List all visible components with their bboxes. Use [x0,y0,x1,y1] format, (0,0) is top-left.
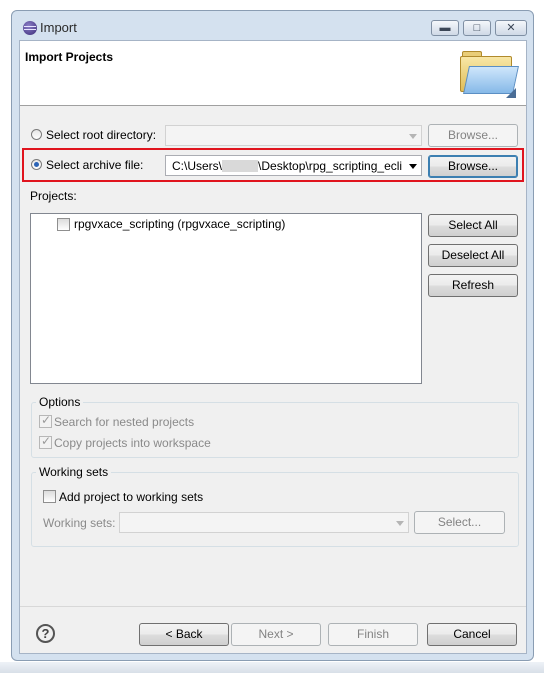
archive-file-combo[interactable]: C:\Users\ \Desktop\rpg_scripting_eclip [165,155,422,176]
working-sets-select-button[interactable]: Select... [414,511,505,534]
root-browse-button[interactable]: Browse... [428,124,518,147]
close-button[interactable]: ✕ [495,20,527,36]
nested-projects-checkbox[interactable]: ✓ [39,413,52,428]
minimize-icon: ▬ [439,22,451,34]
deselect-all-button[interactable]: Deselect All [428,244,518,267]
select-all-button[interactable]: Select All [428,214,518,237]
list-item[interactable]: rpgvxace_scripting (rpgvxace_scripting) [74,217,285,231]
next-button[interactable]: Next > [231,623,321,646]
maximize-button[interactable]: □ [463,20,491,36]
close-icon: ✕ [506,22,516,34]
add-to-working-sets-checkbox[interactable] [43,490,56,503]
back-button[interactable]: < Back [139,623,229,646]
options-title: Options [36,395,84,409]
copy-projects-checkbox[interactable]: ✓ [39,434,52,449]
archive-browse-button[interactable]: Browse... [428,155,518,178]
window-title: Import [40,20,77,35]
add-to-working-sets-label: Add project to working sets [59,490,204,504]
copy-projects-label: Copy projects into workspace [54,436,211,450]
working-sets-title: Working sets [36,465,112,479]
working-sets-combo[interactable] [119,512,409,533]
chevron-down-icon [409,134,417,139]
eclipse-app-icon [23,21,37,35]
cancel-button[interactable]: Cancel [427,623,517,646]
finish-button[interactable]: Finish [328,623,418,646]
minimize-button[interactable]: ▬ [431,20,459,36]
nested-projects-label: Search for nested projects [54,415,195,429]
folder-corner-shape [506,88,516,98]
working-sets-group [31,472,519,547]
root-directory-radio[interactable] [31,129,42,140]
background-strip [0,662,544,673]
projects-label: Projects: [30,189,77,203]
page-title: Import Projects [25,50,114,64]
redacted-username [222,160,259,172]
check-icon: ✓ [41,434,52,448]
projects-list[interactable] [30,213,422,384]
archive-path-tail: \Desktop\rpg_scripting_eclip [258,159,402,173]
chevron-down-icon [409,164,417,169]
help-icon[interactable]: ? [36,624,55,643]
chevron-down-icon [396,521,404,526]
root-directory-label: Select root directory: [46,128,157,142]
root-directory-combo[interactable] [165,125,422,146]
archive-file-radio[interactable] [31,159,42,170]
maximize-icon: □ [473,22,481,34]
archive-path-head: C:\Users\ [172,159,223,173]
refresh-button[interactable]: Refresh [428,274,518,297]
check-icon: ✓ [41,413,52,427]
footer-separator [20,606,526,607]
archive-file-value: C:\Users\ \Desktop\rpg_scripting_eclip [172,159,402,173]
project-checkbox[interactable] [57,218,70,231]
working-sets-label: Working sets: [43,516,116,530]
archive-file-label: Select archive file: [46,158,144,172]
